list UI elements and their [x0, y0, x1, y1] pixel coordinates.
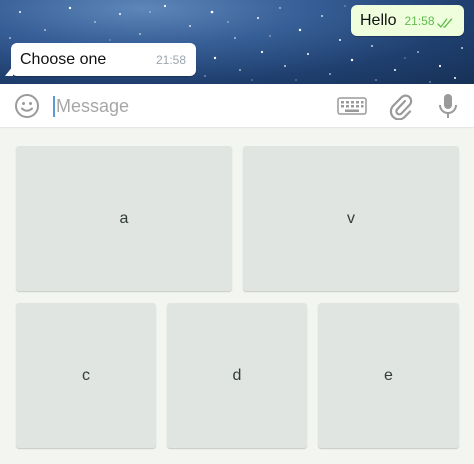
incoming-message-text: Choose one letter:	[20, 51, 107, 68]
outgoing-message-time: 21:58	[404, 14, 435, 28]
outgoing-message-bubble[interactable]: Hello 21:58	[351, 5, 464, 36]
smiley-icon[interactable]	[14, 93, 40, 119]
bubble-tail	[5, 66, 13, 76]
keyboard-button-c[interactable]: c	[16, 303, 156, 448]
keyboard-button-d[interactable]: d	[167, 303, 307, 448]
keyboard-button-e[interactable]: e	[318, 303, 459, 448]
keyboard-button-a[interactable]: a	[16, 146, 232, 291]
paperclip-icon[interactable]	[388, 92, 414, 120]
keyboard-button-v[interactable]: v	[243, 146, 459, 291]
outgoing-message-text: Hello	[360, 12, 397, 29]
chat-area: Hello 21:58 Choose one letter: 21:58	[0, 0, 474, 84]
read-double-check-icon	[436, 17, 452, 28]
microphone-icon[interactable]	[437, 92, 459, 120]
keyboard-icon[interactable]	[337, 97, 367, 115]
incoming-message-time: 21:58	[155, 53, 186, 67]
message-input-bar	[0, 84, 474, 128]
bot-keyboard: a v c d e	[0, 129, 474, 464]
message-input[interactable]	[56, 93, 316, 119]
text-cursor	[53, 96, 55, 117]
incoming-message-bubble[interactable]: Choose one letter: 21:58	[5, 43, 196, 76]
